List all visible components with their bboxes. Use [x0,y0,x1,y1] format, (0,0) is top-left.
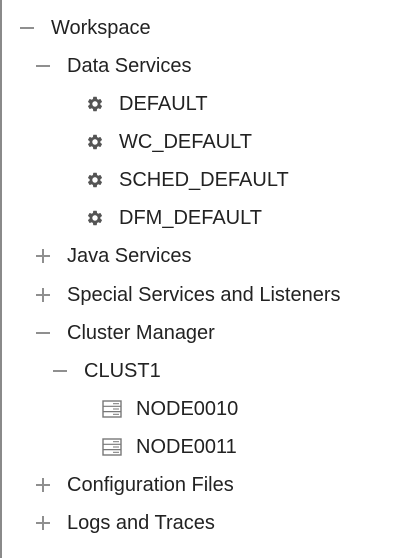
gear-icon [85,132,105,152]
collapse-icon[interactable] [32,47,54,85]
tree-item-logs-and-traces[interactable]: Logs and Traces [32,504,215,542]
tree-item-special-services[interactable]: Special Services and Listeners [32,276,340,314]
tree-item-cluster-manager[interactable]: Cluster Manager [32,314,215,352]
tree-item-clust1[interactable]: CLUST1 [49,352,161,390]
tree-item-label: Cluster Manager [67,321,215,344]
tree-item-node0010[interactable]: NODE0010 [102,390,238,428]
collapse-icon[interactable] [16,9,38,47]
gear-icon [85,208,105,228]
workspace-tree: Workspace Data Services DEFAULT WC_DEFAU… [0,0,410,558]
tree-item-label: Java Services [67,244,192,267]
tree-item-label: WC_DEFAULT [119,130,252,153]
expand-icon[interactable] [32,276,54,314]
server-icon [102,437,122,457]
tree-item-wc-default[interactable]: WC_DEFAULT [85,123,252,161]
server-icon [102,399,122,419]
tree-item-dfm-default[interactable]: DFM_DEFAULT [85,199,262,237]
tree-item-label: Configuration Files [67,473,234,496]
tree-item-data-services[interactable]: Data Services [32,47,192,85]
tree-item-label: SCHED_DEFAULT [119,168,289,191]
gear-icon [85,170,105,190]
collapse-icon[interactable] [49,352,71,390]
tree-item-label: CLUST1 [84,359,161,382]
tree-item-label: Data Services [67,54,192,77]
tree-item-label: DEFAULT [119,92,208,115]
tree-item-default[interactable]: DEFAULT [85,85,208,123]
tree-item-label: NODE0011 [136,435,237,458]
expand-icon[interactable] [32,237,54,275]
gear-icon [85,94,105,114]
tree-item-label: NODE0010 [136,397,239,420]
tree-item-label: Special Services and Listeners [67,283,341,306]
tree-item-node0011[interactable]: NODE0011 [102,428,237,466]
tree-item-workspace[interactable]: Workspace [16,9,151,47]
tree-item-sched-default[interactable]: SCHED_DEFAULT [85,161,289,199]
tree-item-label: Logs and Traces [67,511,215,534]
expand-icon[interactable] [32,504,54,542]
collapse-icon[interactable] [32,314,54,352]
tree-item-label: Workspace [51,16,151,39]
tree-item-label: DFM_DEFAULT [119,206,262,229]
tree-item-configuration-files[interactable]: Configuration Files [32,466,234,504]
expand-icon[interactable] [32,466,54,504]
tree-item-java-services[interactable]: Java Services [32,237,192,275]
